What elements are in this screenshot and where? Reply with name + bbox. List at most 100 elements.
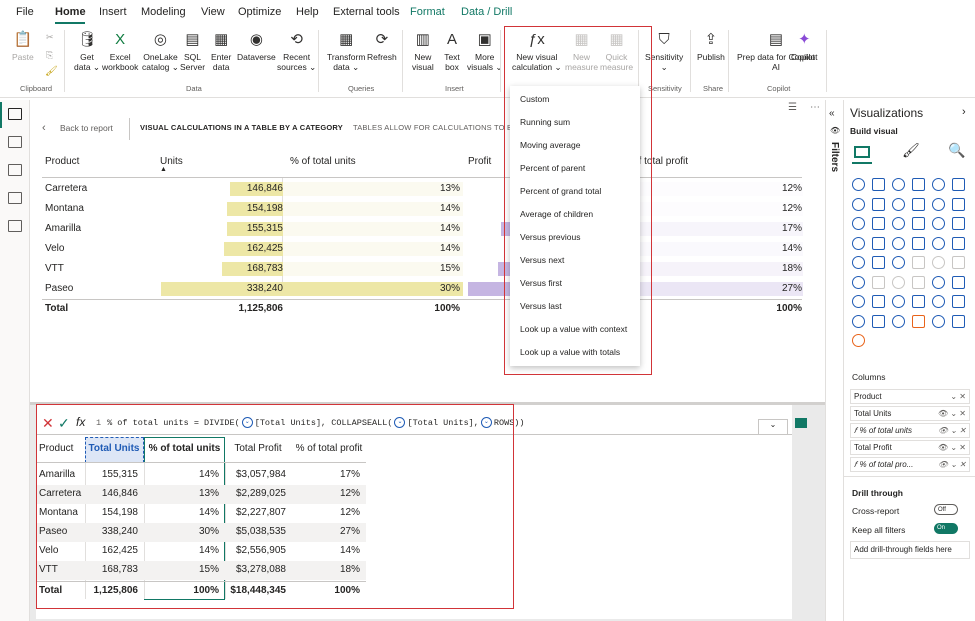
visual-type-icon[interactable] (852, 197, 865, 211)
column-field[interactable]: Total Units 👁 ⌄ ✕ (850, 406, 970, 421)
visual-type-icon[interactable] (952, 314, 965, 328)
visual-type-icon[interactable] (852, 256, 865, 269)
visual-type-icon[interactable] (852, 236, 865, 250)
sql-button[interactable]: ▤ SQL Server (180, 30, 205, 72)
visual-type-icon[interactable] (912, 295, 925, 308)
publish-button[interactable]: ⇪ Publish (697, 30, 725, 62)
visual-type-icon[interactable] (912, 314, 925, 328)
column-field[interactable]: 𝑓% of total pro... 👁 ⌄ ✕ (850, 457, 970, 472)
visual-type-icon[interactable] (872, 256, 885, 269)
field-controls-icon[interactable]: 👁 ⌄ ✕ (938, 443, 966, 452)
tab-external-tools[interactable]: External tools (333, 6, 400, 18)
visual-type-icon[interactable] (952, 275, 965, 289)
refresh-button[interactable]: ⟳ Refresh (367, 30, 397, 62)
keep-filters-toggle[interactable]: On (934, 523, 958, 534)
visual-type-icon[interactable] (952, 178, 965, 191)
visual-type-icon[interactable] (932, 178, 945, 191)
collapse-filters-icon[interactable]: « (829, 108, 835, 119)
visual-type-icon[interactable] (892, 295, 905, 308)
tab-modeling[interactable]: Modeling (141, 6, 186, 18)
visual-type-icon[interactable] (912, 236, 925, 250)
visual-type-icon[interactable] (872, 178, 885, 191)
dataverse-button[interactable]: ◉ Dataverse (237, 30, 276, 62)
visual-type-icon[interactable] (872, 275, 885, 289)
back-chevron-icon[interactable]: ‹ (42, 122, 46, 134)
visual-type-icon[interactable] (952, 217, 965, 230)
report-view-icon[interactable] (8, 108, 22, 120)
tab-data-drill[interactable]: Data / Drill (461, 6, 512, 18)
recent-button[interactable]: ⟲ Recent sources ⌄ (277, 30, 316, 72)
product-cell[interactable]: Velo (45, 243, 64, 254)
visual-type-icon[interactable] (912, 275, 925, 289)
field-controls-icon[interactable]: ⌄ ✕ (950, 392, 966, 401)
field-controls-icon[interactable]: 👁 ⌄ ✕ (938, 409, 966, 418)
visual-type-icon[interactable] (932, 295, 945, 308)
tab-home[interactable]: Home (55, 6, 86, 18)
product-cell[interactable]: Amarilla (45, 223, 81, 234)
excel-button[interactable]: X Excel workbook (102, 30, 138, 72)
visual-type-icon[interactable] (852, 217, 865, 230)
getdata-button[interactable]: 🛢 Get data ⌄ (74, 30, 100, 72)
drill-through-well[interactable]: Add drill-through fields here (850, 541, 970, 559)
filters-pane[interactable]: « 👁 Filters (825, 100, 843, 621)
format-painter-icon[interactable] (795, 418, 807, 428)
analytics-icon[interactable]: 🔍 (948, 142, 965, 159)
report-col-header[interactable]: Product (45, 156, 79, 167)
column-field[interactable]: Product ⌄ ✕ (850, 389, 970, 404)
field-controls-icon[interactable]: 👁 ⌄ ✕ (938, 460, 966, 469)
tmdl-view-icon[interactable] (8, 220, 22, 232)
visual-type-icon[interactable] (952, 295, 965, 308)
visual-type-icon[interactable] (932, 275, 945, 289)
morevis-button[interactable]: ▣ More visuals ⌄ (467, 30, 502, 72)
visual-type-icon[interactable] (872, 295, 885, 308)
model-view-icon[interactable] (8, 164, 22, 176)
tab-insert[interactable]: Insert (99, 6, 127, 18)
visual-type-icon[interactable] (892, 314, 905, 328)
more-options-icon[interactable]: ⋯ (810, 102, 820, 113)
visual-type-icon[interactable] (872, 314, 885, 328)
tab-format[interactable]: Format (410, 6, 445, 18)
tab-view[interactable]: View (201, 6, 225, 18)
back-to-report-link[interactable]: Back to report (60, 123, 113, 133)
visual-type-icon[interactable] (892, 275, 905, 289)
cross-report-toggle[interactable]: Off (934, 504, 958, 515)
column-field[interactable]: Total Profit 👁 ⌄ ✕ (850, 440, 970, 455)
field-controls-icon[interactable]: 👁 ⌄ ✕ (938, 426, 966, 435)
visual-type-icon[interactable] (932, 256, 945, 269)
visual-type-icon[interactable] (852, 178, 865, 191)
visual-type-icon[interactable] (932, 197, 945, 211)
expand-formula-icon[interactable]: ⌄ (758, 419, 788, 435)
tab-file[interactable]: File (16, 6, 34, 18)
product-cell[interactable]: Carretera (45, 183, 87, 194)
visual-type-icon[interactable] (892, 217, 905, 230)
format-painter-ribbon-icon[interactable]: 🖌 (45, 66, 58, 77)
filters-eye-icon[interactable]: 👁 (830, 126, 840, 135)
collapse-viz-icon[interactable]: › (962, 106, 966, 118)
visual-type-icon[interactable] (852, 334, 865, 347)
visual-type-icon[interactable] (852, 295, 865, 308)
visual-type-icon[interactable] (852, 275, 865, 289)
filter-icon[interactable]: ☰ (788, 102, 797, 113)
enter-button[interactable]: ▦ Enter data (211, 30, 231, 72)
visual-type-icon[interactable] (932, 236, 945, 250)
textbox-button[interactable]: A Text box (442, 30, 462, 72)
product-cell[interactable]: VTT (45, 263, 64, 274)
page-tab[interactable]: TABLES ALLOW FOR CALCULATIONS TO BE (353, 123, 517, 132)
visual-type-icon[interactable] (932, 314, 945, 328)
product-cell[interactable]: Paseo (45, 283, 73, 294)
visual-type-icon[interactable] (952, 236, 965, 250)
visual-type-icon[interactable] (892, 256, 905, 269)
transform-button[interactable]: ▦ Transform data ⌄ (327, 30, 365, 72)
format-visual-icon[interactable]: 🖌 (902, 142, 920, 159)
visual-type-icon[interactable] (932, 217, 945, 230)
onelake-button[interactable]: ◎ OneLake catalog ⌄ (142, 30, 179, 72)
visual-type-icon[interactable] (872, 217, 885, 230)
report-col-header[interactable]: % of total units (290, 156, 356, 167)
visual-type-icon[interactable] (912, 256, 925, 269)
visual-type-icon[interactable] (952, 256, 965, 269)
newvisual-button[interactable]: ▥ New visual (412, 30, 434, 72)
tab-help[interactable]: Help (296, 6, 319, 18)
visual-type-icon[interactable] (892, 197, 905, 211)
report-col-header[interactable]: Profit (468, 156, 491, 167)
visual-type-icon[interactable] (952, 197, 965, 211)
